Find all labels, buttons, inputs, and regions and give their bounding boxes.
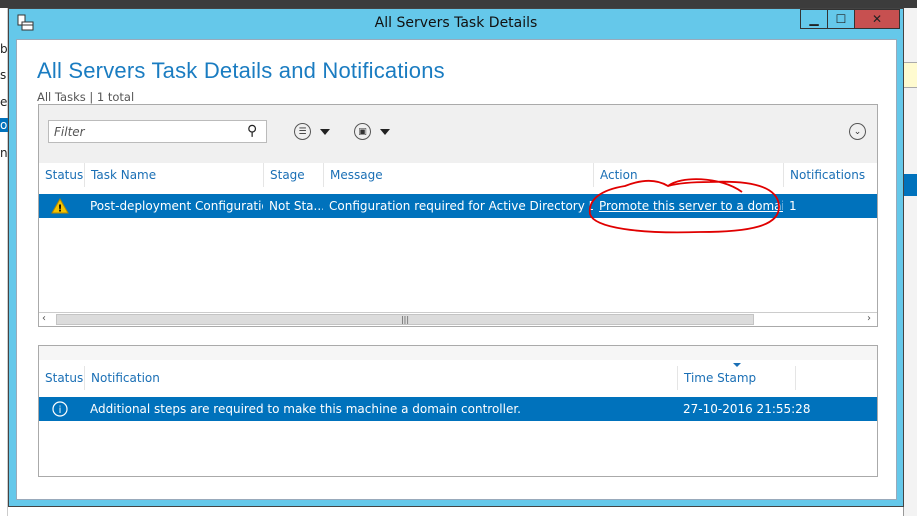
notification-text: Additional steps are required to make th… bbox=[90, 402, 521, 416]
sort-descending-icon bbox=[733, 363, 741, 367]
list-view-icon[interactable]: ☰ bbox=[294, 123, 311, 140]
column-message[interactable]: Message bbox=[323, 163, 593, 187]
bg-text: b bbox=[0, 42, 8, 56]
chevron-down-icon[interactable] bbox=[380, 129, 390, 135]
notification-row[interactable]: i Additional steps are required to make … bbox=[39, 397, 877, 421]
save-icon[interactable]: ▣ bbox=[354, 123, 371, 140]
desktop-top-bar bbox=[0, 0, 917, 8]
window-title: All Servers Task Details bbox=[374, 15, 538, 31]
task-stage: Not Sta... bbox=[269, 199, 323, 213]
window-content: All Servers Task Details and Notificatio… bbox=[16, 39, 897, 500]
background-app-left: b s er os n bbox=[0, 8, 14, 516]
svg-text:!: ! bbox=[58, 204, 63, 215]
column-time-stamp[interactable]: Time Stamp bbox=[677, 366, 795, 390]
bg-text: os bbox=[0, 118, 14, 132]
notification-timestamp: 27-10-2016 21:55:28 bbox=[683, 402, 811, 416]
expand-icon[interactable]: ⌄ bbox=[849, 123, 866, 140]
column-task-name[interactable]: Task Name bbox=[84, 163, 263, 187]
task-notifications-count: 1 bbox=[789, 199, 797, 213]
scrollbar-thumb[interactable]: ||| bbox=[56, 314, 754, 325]
task-details-window: All Servers Task Details ▁ ☐ ✕ All Serve… bbox=[8, 8, 904, 507]
chevron-down-icon[interactable] bbox=[320, 129, 330, 135]
scroll-left-icon[interactable]: ‹ bbox=[42, 313, 46, 324]
minimize-button[interactable]: ▁ bbox=[800, 9, 828, 29]
bg-text: n bbox=[0, 146, 8, 160]
horizontal-scrollbar[interactable]: ‹ ||| › bbox=[39, 312, 877, 326]
scroll-right-icon[interactable]: › bbox=[867, 313, 871, 324]
red-annotation-circle bbox=[589, 178, 780, 234]
info-icon: i bbox=[51, 397, 69, 421]
notifications-toolbar bbox=[39, 346, 877, 360]
tasks-toolbar: Filter ⚲ ☰ ▣ ⌄ bbox=[39, 105, 877, 163]
maximize-button[interactable]: ☐ bbox=[827, 9, 855, 29]
svg-text:i: i bbox=[59, 405, 62, 416]
notifications-panel: Status Notification Time Stamp i Additio… bbox=[38, 345, 878, 477]
column-empty bbox=[795, 366, 878, 390]
column-notification[interactable]: Notification bbox=[84, 366, 677, 390]
column-notifications[interactable]: Notifications bbox=[783, 163, 878, 187]
close-button[interactable]: ✕ bbox=[854, 9, 900, 29]
task-count: All Tasks | 1 total bbox=[37, 90, 135, 104]
filter-input[interactable]: Filter bbox=[48, 120, 267, 143]
notifications-header: Status Notification Time Stamp bbox=[39, 363, 878, 390]
page-title: All Servers Task Details and Notificatio… bbox=[37, 58, 445, 83]
warning-icon: ! bbox=[51, 194, 69, 218]
search-icon[interactable]: ⚲ bbox=[247, 123, 257, 139]
task-message: Configuration required for Active Direct… bbox=[329, 199, 593, 213]
column-stage[interactable]: Stage bbox=[263, 163, 323, 187]
task-name: Post-deployment Configuration bbox=[90, 199, 263, 213]
bg-text: s bbox=[0, 68, 7, 82]
background-app-right bbox=[903, 8, 917, 516]
column-status[interactable]: Status bbox=[39, 366, 84, 390]
column-status[interactable]: Status bbox=[39, 163, 84, 187]
